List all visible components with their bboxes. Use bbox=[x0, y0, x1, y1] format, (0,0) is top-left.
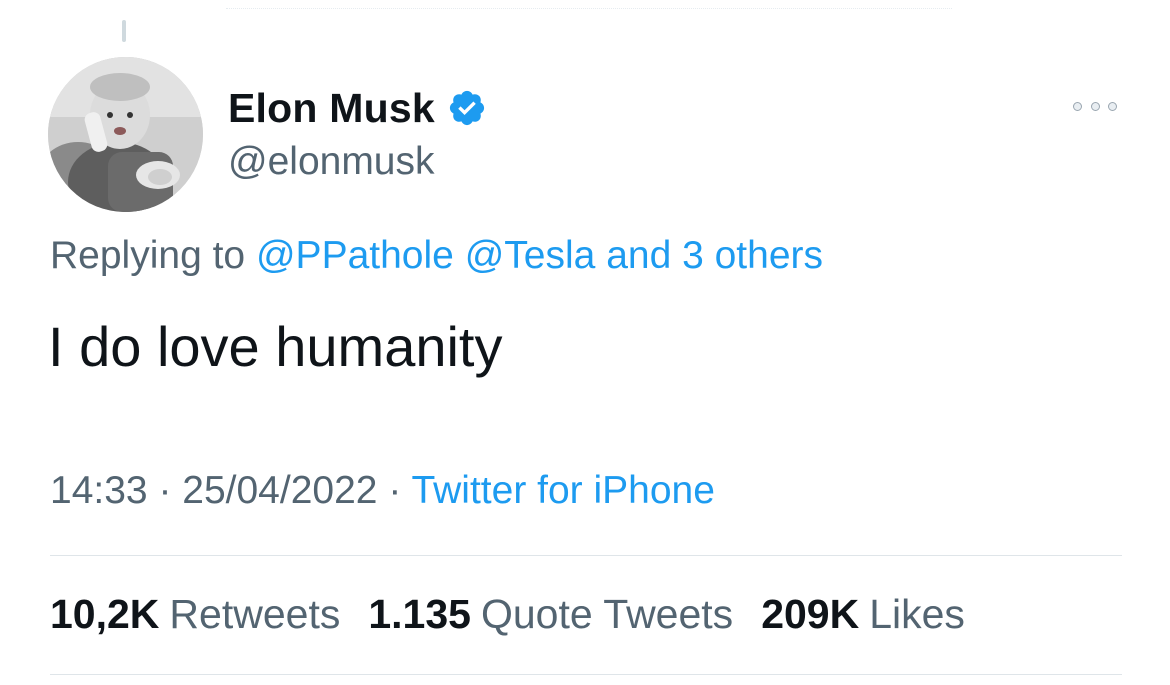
stats-bottom-divider bbox=[50, 674, 1122, 675]
tweet-meta: 14:33 · 25/04/2022 · Twitter for iPhone bbox=[50, 469, 715, 513]
replying-to-others[interactable]: and 3 others bbox=[606, 234, 823, 277]
quote-tweets-count: 1.135 bbox=[368, 591, 471, 637]
author-name-row[interactable]: Elon Musk bbox=[228, 84, 487, 132]
meta-separator-1: · bbox=[147, 469, 183, 512]
tweet-date[interactable]: 25/04/2022 bbox=[182, 469, 377, 512]
stats-top-divider bbox=[50, 555, 1122, 556]
thread-connector-line bbox=[122, 20, 126, 42]
replying-to-user-tesla[interactable]: @Tesla bbox=[465, 234, 596, 277]
more-dot-2 bbox=[1090, 101, 1100, 111]
more-dot-3 bbox=[1108, 101, 1117, 111]
replying-to-prefix: Replying to bbox=[50, 234, 246, 277]
likes-stat[interactable]: 209K Likes bbox=[761, 591, 965, 638]
top-divider bbox=[226, 8, 952, 9]
tweet-text: I do love humanity bbox=[48, 315, 503, 378]
avatar-photo-icon bbox=[48, 57, 203, 212]
tweet-time[interactable]: 14:33 bbox=[50, 469, 148, 512]
more-dot-1 bbox=[1073, 101, 1082, 111]
meta-separator-2: · bbox=[377, 469, 412, 512]
more-options-icon[interactable] bbox=[1073, 98, 1117, 114]
replying-to-line: Replying to @PPathole @Tesla and 3 other… bbox=[50, 234, 823, 278]
avatar[interactable] bbox=[48, 57, 203, 212]
quote-tweets-stat[interactable]: 1.135 Quote Tweets bbox=[368, 591, 733, 638]
author-display-name[interactable]: Elon Musk bbox=[228, 85, 435, 132]
likes-label: Likes bbox=[869, 591, 965, 637]
replying-to-user-ppathole[interactable]: @PPathole bbox=[256, 234, 454, 277]
retweets-stat[interactable]: 10,2K Retweets bbox=[50, 591, 340, 638]
author-handle[interactable]: @elonmusk bbox=[228, 140, 435, 184]
likes-count: 209K bbox=[761, 591, 860, 637]
verified-badge-icon bbox=[447, 88, 487, 128]
retweets-count: 10,2K bbox=[50, 591, 160, 637]
retweets-label: Retweets bbox=[169, 591, 341, 637]
quote-tweets-label: Quote Tweets bbox=[480, 591, 734, 637]
tweet-source-link[interactable]: Twitter for iPhone bbox=[411, 469, 714, 512]
tweet-detail: Elon Musk @elonmusk Replying to @PPathol… bbox=[0, 0, 1170, 685]
tweet-stats: 10,2K Retweets 1.135 Quote Tweets 209K Like… bbox=[50, 591, 965, 638]
